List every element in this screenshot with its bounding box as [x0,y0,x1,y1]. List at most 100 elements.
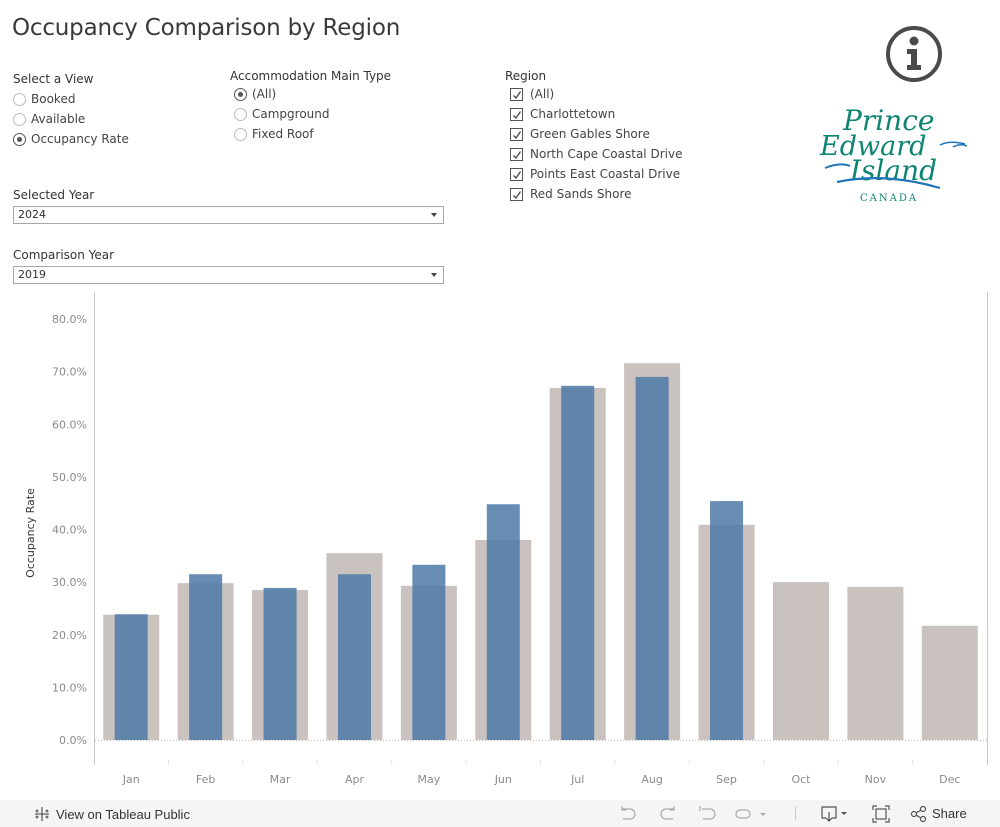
tableau-logo-icon [35,807,49,821]
view-option-label: Occupancy Rate [31,132,129,146]
dashboard-title: Occupancy Comparison by Region [12,15,401,41]
y-tick-label: 0.0% [59,734,87,747]
checkbox-checked-icon[interactable] [510,167,523,181]
x-tick-label: Mar [270,773,291,786]
accommodation-option-label: Campground [252,107,330,121]
selected-bar-may[interactable] [412,564,446,740]
region-option-label: North Cape Coastal Drive [530,147,683,161]
undo-icon[interactable] [618,805,638,823]
comparison-bar-oct[interactable] [772,582,829,740]
region-option-label: Red Sands Shore [530,187,632,201]
region-option[interactable]: Red Sands Shore [510,184,682,204]
view-on-tableau-label: View on Tableau Public [56,806,190,822]
x-tick-label: Dec [939,773,960,786]
logo-text-island: Island [849,154,937,187]
region-option[interactable]: Charlottetown [510,104,682,124]
selected-year-label: Selected Year [13,188,95,202]
checkbox-checked-icon[interactable] [510,187,523,201]
selected-year-value: 2024 [18,208,46,221]
comparison-year-label: Comparison Year [13,248,115,262]
refresh-icon[interactable] [734,805,768,823]
x-tick-label: Aug [641,773,662,786]
selected-bar-sep[interactable] [710,501,744,740]
accommodation-filter-label: Accommodation Main Type [230,69,392,83]
y-tick-label: 10.0% [52,681,87,694]
comparison-bar-nov[interactable] [847,586,904,740]
region-filter-label: Region [505,69,547,83]
selected-bar-mar[interactable] [263,587,297,740]
occupancy-bar-chart: Occupancy Rate 0.0% 10.0% 20.0% 30.0% 40.0% 5… [24,292,988,786]
selected-bar-jul[interactable] [561,385,595,740]
logo-text-canada: CANADA [860,193,918,204]
x-tick-label: Apr [345,773,365,786]
selected-bar-apr[interactable] [337,574,371,740]
region-option-label: Points East Coastal Drive [530,167,681,181]
x-tick-label: Jan [122,773,140,786]
logo-wave [939,141,968,148]
share-icon[interactable] [910,805,928,823]
radio-unselected-icon[interactable] [13,92,26,106]
chevron-down-icon [431,213,437,217]
y-axis-title: Occupancy Rate [24,488,37,578]
view-option[interactable]: Available [13,109,129,129]
selected-year-dropdown[interactable]: 2024 [13,206,444,224]
radio-selected-icon[interactable] [234,87,247,101]
region-option[interactable]: North Cape Coastal Drive [510,144,682,164]
view-option-label: Booked [31,92,76,106]
accommodation-option[interactable]: (All) [234,84,391,104]
radio-unselected-icon[interactable] [234,127,247,141]
view-filter: Select a View Booked Available Occupancy R… [13,72,129,149]
y-tick-label: 20.0% [52,629,87,642]
region-option-label: Green Gables Shore [530,127,650,141]
x-tick-label: Oct [791,773,811,786]
accommodation-option-label: Fixed Roof [252,127,314,141]
checkbox-checked-icon[interactable] [510,87,523,101]
radio-unselected-icon[interactable] [13,112,26,126]
view-option-label: Available [31,112,86,126]
checkbox-checked-icon[interactable] [510,147,523,161]
region-option[interactable]: Green Gables Shore [510,124,682,144]
selected-bar-aug[interactable] [635,376,669,740]
region-filter: Region (All) Charlottetown Green Gables Sh… [505,69,682,204]
selected-bar-jan[interactable] [114,614,148,740]
y-tick-label: 60.0% [52,418,87,431]
view-option[interactable]: Booked [13,89,129,109]
radio-selected-icon[interactable] [13,132,26,146]
fullscreen-icon[interactable] [871,805,891,823]
comparison-year-dropdown[interactable]: 2019 [13,266,444,284]
x-tick-label: Jul [570,773,584,786]
y-tick-label: 70.0% [52,366,87,379]
accommodation-option[interactable]: Campground [234,104,391,124]
comparison-year-value: 2019 [18,268,46,281]
logo-wave [824,163,851,169]
revert-icon[interactable] [698,805,718,823]
selected-bar-feb[interactable] [189,574,223,740]
download-icon[interactable] [820,805,852,823]
selected-bar-jun[interactable] [486,504,520,740]
x-tick-label: Sep [716,773,737,786]
region-option-label: Charlottetown [530,107,616,121]
checkbox-checked-icon[interactable] [510,127,523,141]
x-tick-label: May [418,773,441,786]
view-option[interactable]: Occupancy Rate [13,129,129,149]
y-tick-label: 30.0% [52,576,87,589]
tableau-toolbar: View on Tableau Public Share [0,800,1000,827]
info-icon[interactable] [885,25,943,83]
region-option[interactable]: (All) [510,84,682,104]
checkbox-checked-icon[interactable] [510,107,523,121]
comparison-bar-dec[interactable] [921,625,978,740]
accommodation-option-label: (All) [252,87,277,101]
view-filter-label: Select a View [13,72,94,86]
share-button[interactable]: Share [932,806,967,821]
radio-unselected-icon[interactable] [234,107,247,121]
chevron-down-icon [431,273,437,277]
region-option[interactable]: Points East Coastal Drive [510,164,682,184]
region-option-label: (All) [530,87,555,101]
toolbar-divider [795,806,796,820]
accommodation-option[interactable]: Fixed Roof [234,124,391,144]
y-tick-label: 50.0% [52,471,87,484]
y-tick-label: 40.0% [52,524,87,537]
redo-icon[interactable] [658,805,678,823]
accommodation-filter: Accommodation Main Type (All) Campground F… [230,69,391,144]
view-on-tableau-link[interactable]: View on Tableau Public [34,806,190,822]
